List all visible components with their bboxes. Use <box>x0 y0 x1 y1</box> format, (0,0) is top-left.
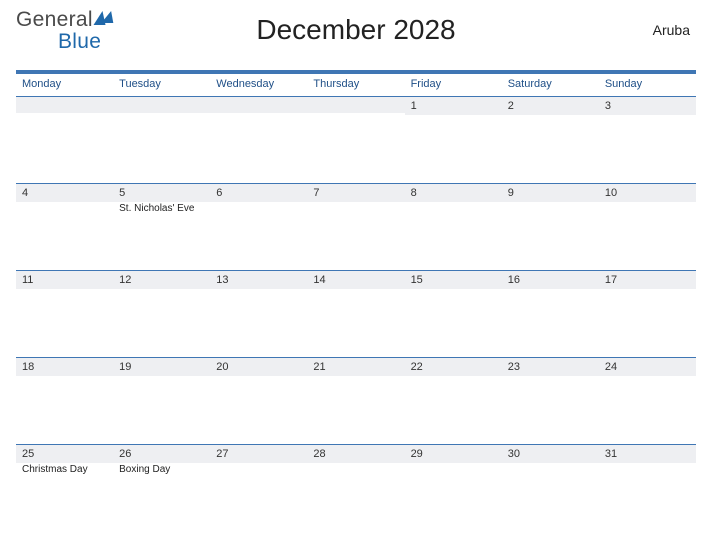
day-cell <box>307 97 404 183</box>
day-cell: 25Christmas Day <box>16 445 113 531</box>
day-number: 24 <box>599 358 696 376</box>
day-header: Saturday <box>502 74 599 96</box>
day-cell: 7 <box>307 184 404 270</box>
day-number: 9 <box>502 184 599 202</box>
day-cell: 19 <box>113 358 210 444</box>
day-cell <box>16 97 113 183</box>
day-number: 25 <box>16 445 113 463</box>
day-number: 3 <box>599 97 696 115</box>
day-number: 16 <box>502 271 599 289</box>
day-number: 19 <box>113 358 210 376</box>
day-header: Friday <box>405 74 502 96</box>
day-number: 6 <box>210 184 307 202</box>
day-cell: 1 <box>405 97 502 183</box>
day-cell: 31 <box>599 445 696 531</box>
day-number: 7 <box>307 184 404 202</box>
day-cell: 11 <box>16 271 113 357</box>
day-number: 22 <box>405 358 502 376</box>
day-cell: 29 <box>405 445 502 531</box>
day-cell <box>210 97 307 183</box>
event-label: Boxing Day <box>113 463 210 476</box>
day-cell <box>113 97 210 183</box>
logo: General Blue <box>16 8 107 32</box>
day-number: 8 <box>405 184 502 202</box>
day-cell: 5St. Nicholas' Eve <box>113 184 210 270</box>
day-number: 17 <box>599 271 696 289</box>
day-header: Monday <box>16 74 113 96</box>
day-cell: 26Boxing Day <box>113 445 210 531</box>
day-number: 4 <box>16 184 113 202</box>
day-header: Tuesday <box>113 74 210 96</box>
day-number: 11 <box>16 271 113 289</box>
day-cell: 21 <box>307 358 404 444</box>
day-header: Wednesday <box>210 74 307 96</box>
day-header: Sunday <box>599 74 696 96</box>
weeks-container: 12345St. Nicholas' Eve678910111213141516… <box>16 96 696 531</box>
day-cell: 17 <box>599 271 696 357</box>
day-number: 31 <box>599 445 696 463</box>
day-number: 23 <box>502 358 599 376</box>
day-cell: 23 <box>502 358 599 444</box>
day-number: 15 <box>405 271 502 289</box>
week-row: 25Christmas Day26Boxing Day2728293031 <box>16 444 696 531</box>
event-label: Christmas Day <box>16 463 113 476</box>
day-number: 29 <box>405 445 502 463</box>
day-cell: 4 <box>16 184 113 270</box>
day-cell: 18 <box>16 358 113 444</box>
day-number: 5 <box>113 184 210 202</box>
day-number: 12 <box>113 271 210 289</box>
day-number <box>307 97 404 113</box>
day-cell: 15 <box>405 271 502 357</box>
day-cell: 24 <box>599 358 696 444</box>
day-cell: 14 <box>307 271 404 357</box>
day-number: 30 <box>502 445 599 463</box>
day-cell: 2 <box>502 97 599 183</box>
day-cell: 6 <box>210 184 307 270</box>
week-row: 18192021222324 <box>16 357 696 444</box>
day-number: 10 <box>599 184 696 202</box>
day-cell: 3 <box>599 97 696 183</box>
day-number: 2 <box>502 97 599 115</box>
day-header: Thursday <box>307 74 404 96</box>
day-cell: 16 <box>502 271 599 357</box>
day-cell: 13 <box>210 271 307 357</box>
day-number <box>210 97 307 113</box>
day-cell: 12 <box>113 271 210 357</box>
day-number: 14 <box>307 271 404 289</box>
day-cell: 30 <box>502 445 599 531</box>
logo-text-blue: Blue <box>58 30 101 54</box>
day-cell: 28 <box>307 445 404 531</box>
logo-text-general: General <box>16 8 93 32</box>
day-cell: 20 <box>210 358 307 444</box>
day-number <box>16 97 113 113</box>
logo-icon <box>93 11 108 25</box>
day-header-row: Monday Tuesday Wednesday Thursday Friday… <box>16 74 696 96</box>
calendar: Monday Tuesday Wednesday Thursday Friday… <box>16 70 696 531</box>
week-row: 45St. Nicholas' Eve678910 <box>16 183 696 270</box>
week-row: 11121314151617 <box>16 270 696 357</box>
day-cell: 22 <box>405 358 502 444</box>
day-cell: 8 <box>405 184 502 270</box>
day-number: 27 <box>210 445 307 463</box>
day-number: 21 <box>307 358 404 376</box>
day-cell: 9 <box>502 184 599 270</box>
day-number <box>113 97 210 113</box>
event-label: St. Nicholas' Eve <box>113 202 210 215</box>
day-number: 1 <box>405 97 502 115</box>
header: General Blue December 2028 Aruba <box>0 0 712 62</box>
day-cell: 10 <box>599 184 696 270</box>
day-number: 26 <box>113 445 210 463</box>
day-number: 28 <box>307 445 404 463</box>
day-number: 13 <box>210 271 307 289</box>
day-cell: 27 <box>210 445 307 531</box>
day-number: 20 <box>210 358 307 376</box>
region-label: Aruba <box>653 22 690 38</box>
week-row: 123 <box>16 96 696 183</box>
day-number: 18 <box>16 358 113 376</box>
